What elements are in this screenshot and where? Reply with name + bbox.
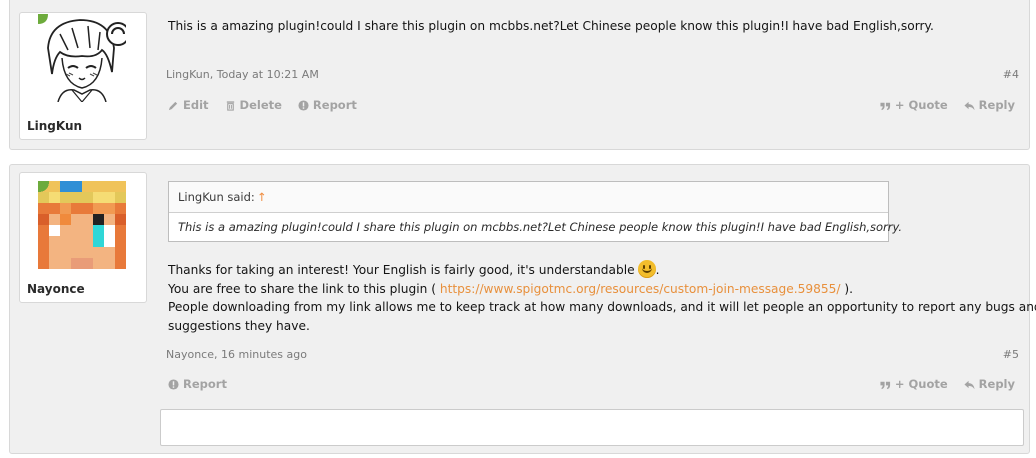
post-actions-left: Edit Delete Report [168, 98, 357, 112]
report-label: Report [183, 377, 227, 391]
quote-button[interactable]: + Quote [880, 98, 948, 112]
post-number[interactable]: #4 [1003, 68, 1019, 81]
avatar[interactable] [38, 14, 126, 102]
message-line-1-text: Thanks for taking an interest! Your Engl… [168, 263, 635, 277]
quote-icon [880, 100, 891, 111]
trash-icon [225, 100, 236, 111]
quote-button[interactable]: + Quote [880, 377, 948, 391]
quote-text: This is a amazing plugin!could I share t… [178, 220, 903, 234]
message-line-2: You are free to share the link to this p… [168, 280, 1036, 299]
quote-icon [880, 379, 891, 390]
avatar[interactable] [38, 181, 126, 269]
quick-reply-input[interactable] [160, 409, 1024, 446]
reply-button[interactable]: Reply [964, 377, 1015, 391]
user-block: Nayonce [19, 172, 147, 303]
reply-icon [964, 379, 975, 390]
quote-label: + Quote [894, 377, 948, 391]
delete-label: Delete [239, 98, 282, 112]
quote-block: LingKun said: ↑ This is a amazing plugin!… [168, 181, 903, 242]
message-line-2-start: You are free to share the link to this p… [168, 281, 436, 296]
reply-button[interactable]: Reply [964, 98, 1015, 112]
quote-header: LingKun said: ↑ [169, 182, 888, 213]
report-label: Report [312, 98, 357, 112]
reply-icon [964, 100, 975, 111]
post-actions-left: Report [168, 377, 227, 391]
message-line-2-end: ). [844, 281, 854, 296]
post-content: This is a amazing plugin!could I share t… [166, 0, 1019, 151]
message-text: Thanks for taking an interest! Your Engl… [168, 260, 1036, 335]
post-actions-right: + Quote Reply [880, 98, 1015, 112]
quote-jump-arrow[interactable]: ↑ [257, 190, 267, 204]
post-4: LingKun This is a amazing plugin!could I… [9, 0, 1030, 150]
message-line-1-end: . [655, 263, 660, 277]
reply-label: Reply [978, 377, 1015, 391]
plugin-link[interactable]: https://www.spigotmc.org/resources/custo… [440, 282, 841, 296]
username[interactable]: Nayonce [27, 282, 85, 296]
message-line-1: Thanks for taking an interest! Your Engl… [168, 260, 1036, 280]
quote-label: + Quote [894, 98, 948, 112]
reply-label: Reply [978, 98, 1015, 112]
report-button[interactable]: Report [168, 377, 227, 391]
report-icon [168, 378, 179, 390]
report-button[interactable]: Report [298, 98, 357, 112]
message-line-3: People downloading from my link allows m… [168, 300, 1036, 314]
edit-label: Edit [183, 98, 209, 112]
pencil-icon [168, 100, 179, 111]
post-number[interactable]: #5 [1003, 348, 1019, 361]
message-line-4: suggestions they have. [168, 318, 310, 333]
username[interactable]: LingKun [27, 119, 82, 133]
post-meta[interactable]: LingKun, Today at 10:21 AM [166, 68, 319, 81]
user-block: LingKun [19, 12, 147, 140]
edit-button[interactable]: Edit [168, 98, 209, 112]
message-text: This is a amazing plugin!could I share t… [168, 19, 934, 33]
smiley-icon [637, 260, 656, 278]
post-meta[interactable]: Nayonce, 16 minutes ago [166, 348, 307, 361]
post-5: Nayonce LingKun said: ↑ This is a amazing… [9, 164, 1036, 454]
quote-author: LingKun said: [178, 190, 255, 204]
post-actions-right: + Quote Reply [880, 377, 1015, 391]
report-icon [298, 99, 309, 111]
delete-button[interactable]: Delete [225, 98, 282, 112]
